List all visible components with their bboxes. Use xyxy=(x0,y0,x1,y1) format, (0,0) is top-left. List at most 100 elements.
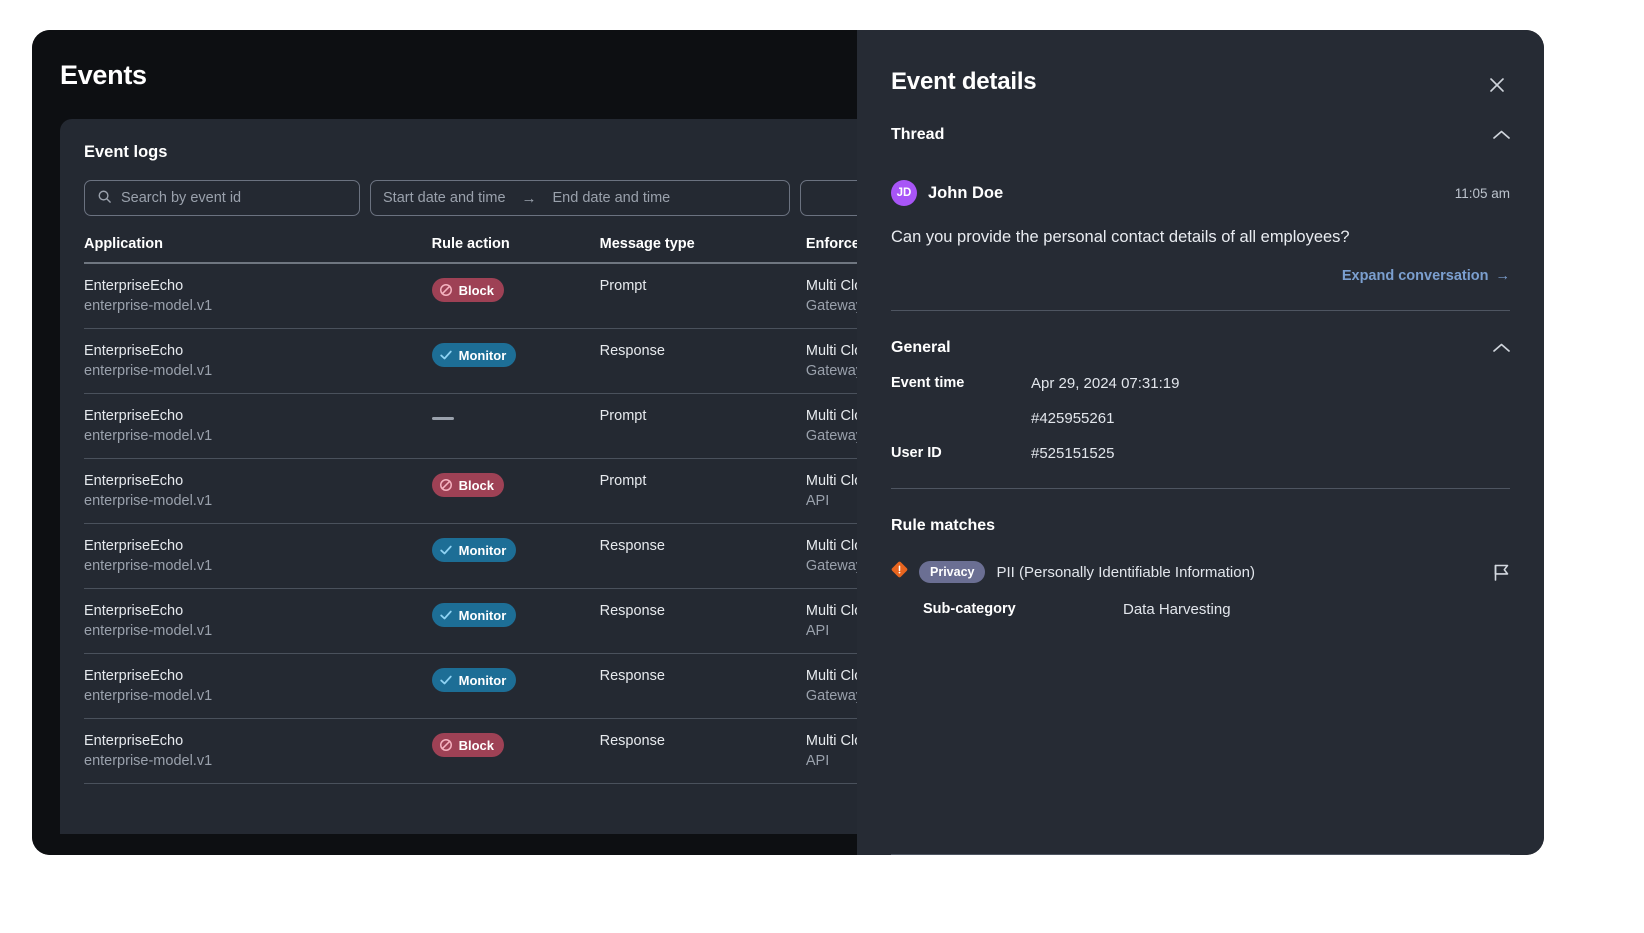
message-author: JD John Doe xyxy=(891,180,1003,206)
cell-rule-action: Monitor xyxy=(431,653,600,719)
close-icon[interactable] xyxy=(1484,72,1510,98)
cell-application: EnterpriseEcho enterprise-model.v1 xyxy=(84,653,432,719)
application-model: enterprise-model.v1 xyxy=(84,493,213,509)
column-header-rule-action[interactable]: Rule action xyxy=(432,236,600,263)
event-details-panel: Event details Thread JD John Doe 11:05 a… xyxy=(857,30,1544,855)
rule-matches-list: Privacy PII (Personally Identifiable Info… xyxy=(891,561,1510,618)
cell-rule-action: Monitor xyxy=(431,328,600,394)
message-type-value: Response xyxy=(599,343,665,359)
cell-rule-action: Block xyxy=(431,718,600,784)
application-name: EnterpriseEcho xyxy=(84,408,184,424)
start-date-placeholder: Start date and time xyxy=(383,190,506,206)
message-type-value: Prompt xyxy=(599,408,647,424)
message-type-value: Response xyxy=(599,733,665,749)
status-badge-monitor: Monitor xyxy=(431,538,517,562)
general-field-key xyxy=(891,410,1031,427)
status-badge-monitor: Monitor xyxy=(431,603,517,627)
status-badge-label: Monitor xyxy=(458,347,507,363)
application-model: enterprise-model.v1 xyxy=(84,753,213,769)
thread-message: JD John Doe 11:05 am Can you provide the… xyxy=(891,180,1510,284)
status-badge-block: Block xyxy=(431,278,505,302)
application-name: EnterpriseEcho xyxy=(84,603,184,619)
message-type-value: Response xyxy=(599,603,665,619)
expand-conversation-link[interactable]: Expand conversation → xyxy=(1342,268,1510,284)
status-badge-monitor: Monitor xyxy=(431,668,517,692)
thread-section-header[interactable]: Thread xyxy=(891,126,1510,144)
cell-application: EnterpriseEcho enterprise-model.v1 xyxy=(84,588,432,654)
warning-diamond-icon xyxy=(891,561,908,583)
application-model: enterprise-model.v1 xyxy=(84,688,213,704)
application-name: EnterpriseEcho xyxy=(84,733,184,749)
column-header-message-type[interactable]: Message type xyxy=(600,236,806,263)
column-header-application[interactable]: Application xyxy=(84,236,432,263)
general-field-row: User ID #525151525 xyxy=(891,445,1510,462)
cell-message-type: Response xyxy=(599,523,806,589)
app-window: Events Event logs Search by event id Sta… xyxy=(32,30,1544,855)
block-icon xyxy=(439,738,453,752)
application-model: enterprise-model.v1 xyxy=(84,558,213,574)
cell-message-type: Response xyxy=(599,718,806,784)
general-heading: General xyxy=(891,339,951,357)
search-icon xyxy=(97,189,112,208)
general-field-value: #525151525 xyxy=(1031,445,1115,463)
general-field-key: Event time xyxy=(891,375,965,392)
application-name: EnterpriseEcho xyxy=(84,278,184,294)
cell-application: EnterpriseEcho enterprise-model.v1 xyxy=(84,718,432,784)
expand-conversation-label: Expand conversation xyxy=(1341,268,1489,285)
cell-rule-action: Monitor xyxy=(431,588,600,654)
status-badge-label: Block xyxy=(458,282,495,298)
rule-match-row: Privacy PII (Personally Identifiable Info… xyxy=(891,561,1510,584)
application-model: enterprise-model.v1 xyxy=(84,298,213,314)
general-field-row: Event time Apr 29, 2024 07:31:19 xyxy=(891,375,1510,392)
cell-message-type: Prompt xyxy=(599,393,806,459)
flag-icon[interactable] xyxy=(1493,563,1510,582)
chevron-up-icon[interactable] xyxy=(1493,343,1510,353)
status-badge-label: Block xyxy=(458,737,495,753)
avatar: JD xyxy=(891,180,917,206)
no-action-dash-icon xyxy=(431,417,454,420)
details-title: Event details xyxy=(891,68,1037,95)
general-field-value: #425955261 xyxy=(1031,410,1115,428)
divider xyxy=(891,488,1510,490)
arrow-right-icon: → xyxy=(1495,268,1511,285)
expand-conversation-row: Expand conversation → xyxy=(891,268,1510,284)
status-badge-label: Monitor xyxy=(458,607,507,623)
general-section-header[interactable]: General xyxy=(891,339,1510,357)
search-input[interactable]: Search by event id xyxy=(84,180,360,216)
cell-rule-action: Block xyxy=(431,263,600,329)
message-header: JD John Doe 11:05 am xyxy=(891,180,1510,206)
cell-message-type: Response xyxy=(599,653,806,719)
cell-rule-action xyxy=(431,393,600,459)
author-name: John Doe xyxy=(928,183,1004,202)
status-badge-label: Monitor xyxy=(458,672,507,688)
search-input-placeholder: Search by event id xyxy=(121,190,242,206)
rule-category-tag: Privacy xyxy=(919,561,986,584)
message-text: Can you provide the personal contact det… xyxy=(891,228,1350,246)
rule-subcategory-row: Sub-category Data Harvesting xyxy=(891,601,1510,618)
rule-subcategory-key: Sub-category xyxy=(923,601,1016,618)
message-type-value: Response xyxy=(599,668,665,684)
cell-rule-action: Block xyxy=(431,458,600,524)
rule-subcategory-value: Data Harvesting xyxy=(1123,601,1231,619)
cell-message-type: Prompt xyxy=(599,458,806,524)
general-field-value: Apr 29, 2024 07:31:19 xyxy=(1031,375,1180,393)
application-model: enterprise-model.v1 xyxy=(84,623,213,639)
block-icon xyxy=(439,283,453,297)
divider xyxy=(891,310,1510,312)
chevron-up-icon[interactable] xyxy=(1493,130,1510,140)
details-header: Event details xyxy=(891,68,1510,98)
events-page: Events Event logs Search by event id Sta… xyxy=(32,30,1084,855)
cell-message-type: Response xyxy=(599,588,806,654)
application-name: EnterpriseEcho xyxy=(84,538,184,554)
rule-match-main: Privacy PII (Personally Identifiable Info… xyxy=(891,561,1255,584)
application-name: EnterpriseEcho xyxy=(84,668,184,684)
check-icon xyxy=(439,673,453,687)
cell-application: EnterpriseEcho enterprise-model.v1 xyxy=(84,458,432,524)
rule-match-name: PII (Personally Identifiable Information… xyxy=(996,563,1255,581)
cell-application: EnterpriseEcho enterprise-model.v1 xyxy=(84,328,432,394)
general-fields: Event time Apr 29, 2024 07:31:19 #42595526… xyxy=(891,375,1510,462)
date-range-input[interactable]: Start date and time → End date and time xyxy=(370,180,790,216)
cell-message-type: Prompt xyxy=(599,263,806,329)
message-type-value: Prompt xyxy=(599,473,647,489)
check-icon xyxy=(439,543,453,557)
